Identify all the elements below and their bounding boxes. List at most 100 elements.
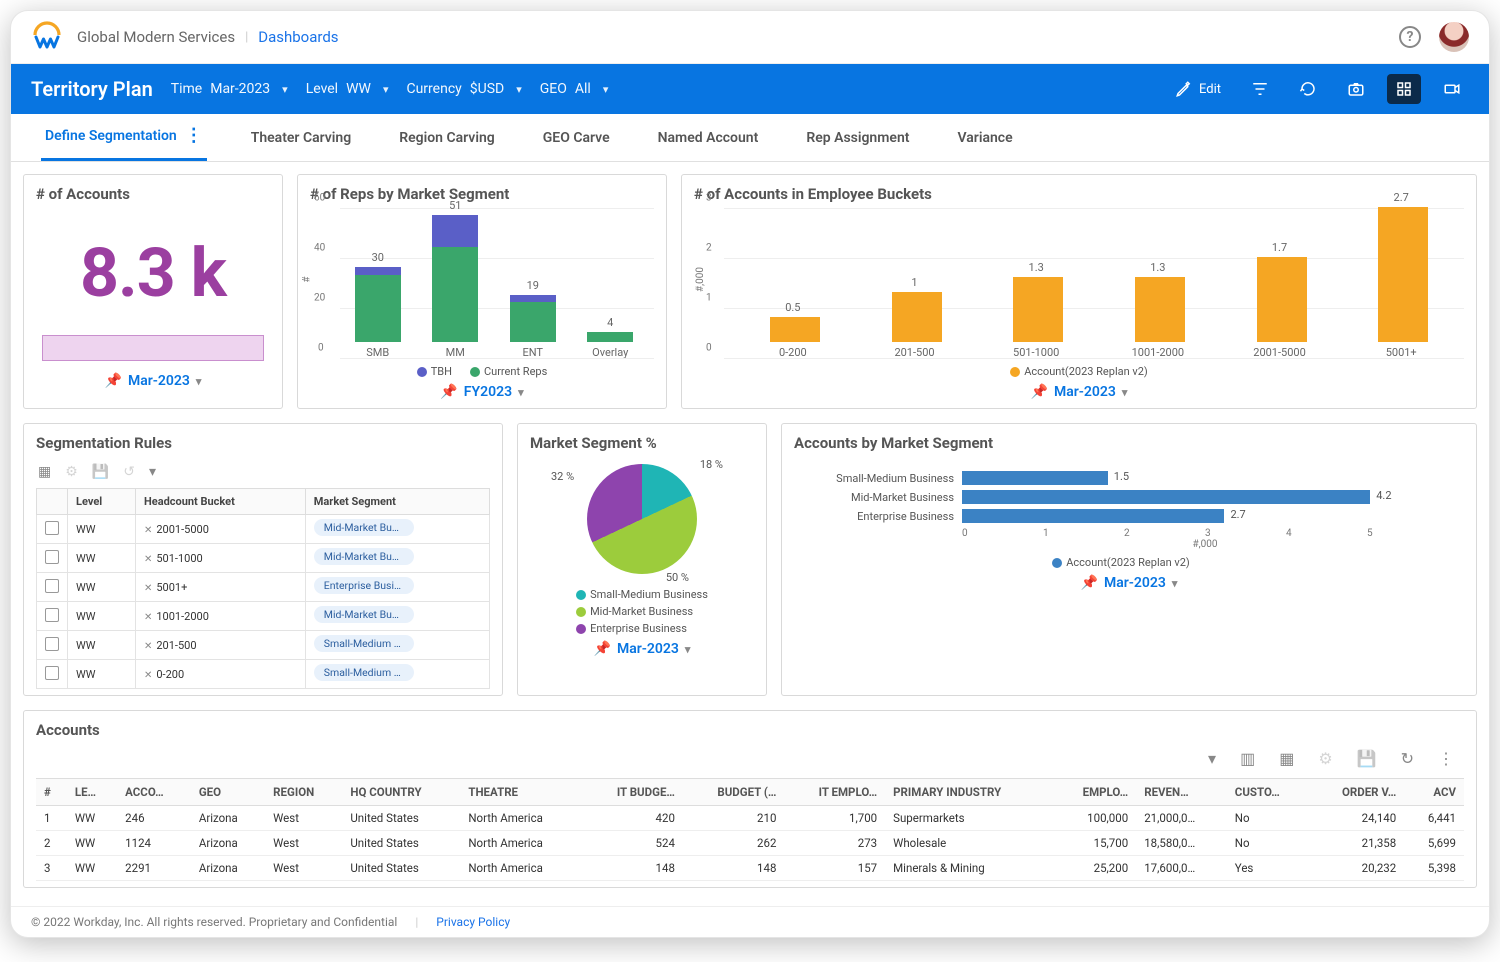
filter-button[interactable] <box>1243 74 1277 104</box>
remove-icon[interactable]: ✕ <box>144 583 152 594</box>
remove-icon[interactable]: ✕ <box>144 670 152 681</box>
accounts-toolbar: ▾ ▥ ▦ ⚙ 💾 ↻ ⋮ <box>36 745 1464 778</box>
column-header[interactable]: GEO <box>191 779 265 806</box>
chevron-down-icon[interactable]: ▾ <box>383 83 389 96</box>
privacy-link[interactable]: Privacy Policy <box>436 915 510 929</box>
settings-icon[interactable]: ⚙ <box>1318 749 1332 768</box>
tab-rep-assignment[interactable]: Rep Assignment <box>802 114 913 161</box>
chevron-down-icon[interactable]: ▾ <box>1172 577 1178 590</box>
chevron-down-icon[interactable]: ▾ <box>196 375 202 388</box>
column-header[interactable]: PRIMARY INDUSTRY <box>885 779 1053 806</box>
chevron-down-icon[interactable]: ▾ <box>516 83 522 96</box>
segment-chip[interactable]: Mid-Market Busi… <box>314 519 414 536</box>
filter-value-currency[interactable]: $USD <box>470 81 504 97</box>
filter-icon[interactable]: ▾ <box>149 464 156 480</box>
view-icon[interactable]: ▦ <box>1279 749 1294 768</box>
tab-named-account[interactable]: Named Account <box>654 114 763 161</box>
undo-icon[interactable]: ↺ <box>123 464 135 480</box>
tab-region-carving[interactable]: Region Carving <box>395 114 499 161</box>
chevron-down-icon[interactable]: ▾ <box>282 83 288 96</box>
settings-icon[interactable]: ⚙ <box>65 464 78 480</box>
filter-value-level[interactable]: WW <box>346 81 371 97</box>
table-row[interactable]: 1WW246ArizonaWestUnited StatesNorth Amer… <box>36 806 1464 831</box>
checkbox[interactable] <box>45 579 59 593</box>
camera-button[interactable] <box>1339 74 1373 104</box>
tab-define-segmentation[interactable]: Define Segmentation⋮ <box>41 114 207 161</box>
accounts-table: #LE…ACCO…GEOREGIONHQ COUNTRYTHEATREIT BU… <box>36 778 1464 881</box>
help-icon[interactable]: ? <box>1399 26 1421 48</box>
table-row[interactable]: 2WW1124ArizonaWestUnited StatesNorth Ame… <box>36 831 1464 856</box>
checkbox[interactable] <box>45 608 59 622</box>
table-row[interactable]: WW✕5001+Enterprise Busin… <box>37 573 490 602</box>
column-header[interactable]: HQ COUNTRY <box>342 779 460 806</box>
columns-icon[interactable]: ▥ <box>1240 749 1255 768</box>
refresh-button[interactable] <box>1291 74 1325 104</box>
remove-icon[interactable]: ✕ <box>144 612 152 623</box>
filter-label-time: Time <box>171 81 202 97</box>
pin-icon[interactable]: 📌 <box>105 373 122 389</box>
view-icon[interactable]: ▦ <box>38 464 51 480</box>
table-row[interactable]: WW✕0-200Small-Medium B… <box>37 660 490 689</box>
segment-chip[interactable]: Mid-Market Busi… <box>314 606 414 623</box>
table-row[interactable]: WW✕501-1000Mid-Market Busi… <box>37 544 490 573</box>
edit-button[interactable]: Edit <box>1167 74 1229 104</box>
column-header[interactable]: BUDGET (… <box>683 779 784 806</box>
column-header[interactable]: # <box>36 779 67 806</box>
pin-icon[interactable]: 📌 <box>594 641 611 657</box>
filter-icon[interactable]: ▾ <box>1208 749 1216 768</box>
chevron-down-icon[interactable]: ▾ <box>685 643 691 656</box>
column-header[interactable]: IT BUDGE… <box>583 779 683 806</box>
column-header[interactable]: ACCO… <box>117 779 191 806</box>
pin-icon[interactable]: 📌 <box>1081 575 1098 591</box>
segment-chip[interactable]: Small-Medium B… <box>314 635 414 652</box>
column-header[interactable]: LE… <box>67 779 117 806</box>
segment-chip[interactable]: Small-Medium B… <box>314 664 414 681</box>
remove-icon[interactable]: ✕ <box>144 554 152 565</box>
column-header[interactable]: ACV <box>1404 779 1464 806</box>
save-icon[interactable]: 💾 <box>92 464 109 480</box>
chevron-down-icon[interactable]: ▾ <box>603 83 609 96</box>
pin-icon[interactable]: 📌 <box>440 384 457 400</box>
refresh-icon[interactable]: ↻ <box>1401 749 1414 768</box>
card-market-segment-pct: Market Segment % 18 % 50 % 32 % Small-Me… <box>517 423 767 696</box>
avatar[interactable] <box>1439 22 1469 52</box>
column-header[interactable]: EMPLO… <box>1053 779 1136 806</box>
card-title: Accounts <box>36 721 1464 739</box>
chevron-down-icon[interactable]: ▾ <box>1122 386 1128 399</box>
remove-icon[interactable]: ✕ <box>144 525 152 536</box>
pin-icon[interactable]: 📌 <box>1031 384 1048 400</box>
page-title: Territory Plan <box>31 77 153 101</box>
checkbox[interactable] <box>45 666 59 680</box>
tab-variance[interactable]: Variance <box>953 114 1016 161</box>
column-header[interactable]: ORDER V… <box>1309 779 1404 806</box>
segment-chip[interactable]: Enterprise Busin… <box>314 577 414 594</box>
present-button[interactable] <box>1435 74 1469 104</box>
table-row[interactable]: WW✕201-500Small-Medium B… <box>37 631 490 660</box>
column-header[interactable]: REGION <box>265 779 342 806</box>
more-icon[interactable]: ⋮ <box>1438 749 1454 768</box>
save-icon[interactable]: 💾 <box>1357 749 1377 768</box>
tab-geo-carve[interactable]: GEO Carve <box>539 114 614 161</box>
column-header[interactable]: REVEN… <box>1136 779 1227 806</box>
chevron-down-icon[interactable]: ▾ <box>518 386 524 399</box>
filter-value-geo[interactable]: All <box>575 81 591 97</box>
chart-employee-buckets: #,000 0 1 2 3 0.50-200 1201-500 1.3501-1… <box>694 209 1464 378</box>
footer: © 2022 Workday, Inc. All rights reserved… <box>11 906 1489 937</box>
table-row[interactable]: 3WW2291ArizonaWestUnited StatesNorth Ame… <box>36 856 1464 881</box>
table-row[interactable]: WW✕1001-2000Mid-Market Busi… <box>37 602 490 631</box>
workday-logo-icon <box>31 21 63 53</box>
tab-theater-carving[interactable]: Theater Carving <box>247 114 356 161</box>
table-row[interactable]: WW✕2001-5000Mid-Market Busi… <box>37 515 490 544</box>
checkbox[interactable] <box>45 550 59 564</box>
filter-value-time[interactable]: Mar-2023 <box>210 81 270 97</box>
column-header[interactable]: THEATRE <box>460 779 582 806</box>
checkbox[interactable] <box>45 521 59 535</box>
remove-icon[interactable]: ✕ <box>144 641 152 652</box>
brand-name: Global Modern Services <box>77 28 235 46</box>
segment-chip[interactable]: Mid-Market Busi… <box>314 548 414 565</box>
checkbox[interactable] <box>45 637 59 651</box>
column-header[interactable]: IT EMPLO… <box>784 779 885 806</box>
breadcrumb-link[interactable]: Dashboards <box>258 28 338 46</box>
column-header[interactable]: CUSTO… <box>1227 779 1309 806</box>
grid-view-button[interactable] <box>1387 74 1421 104</box>
